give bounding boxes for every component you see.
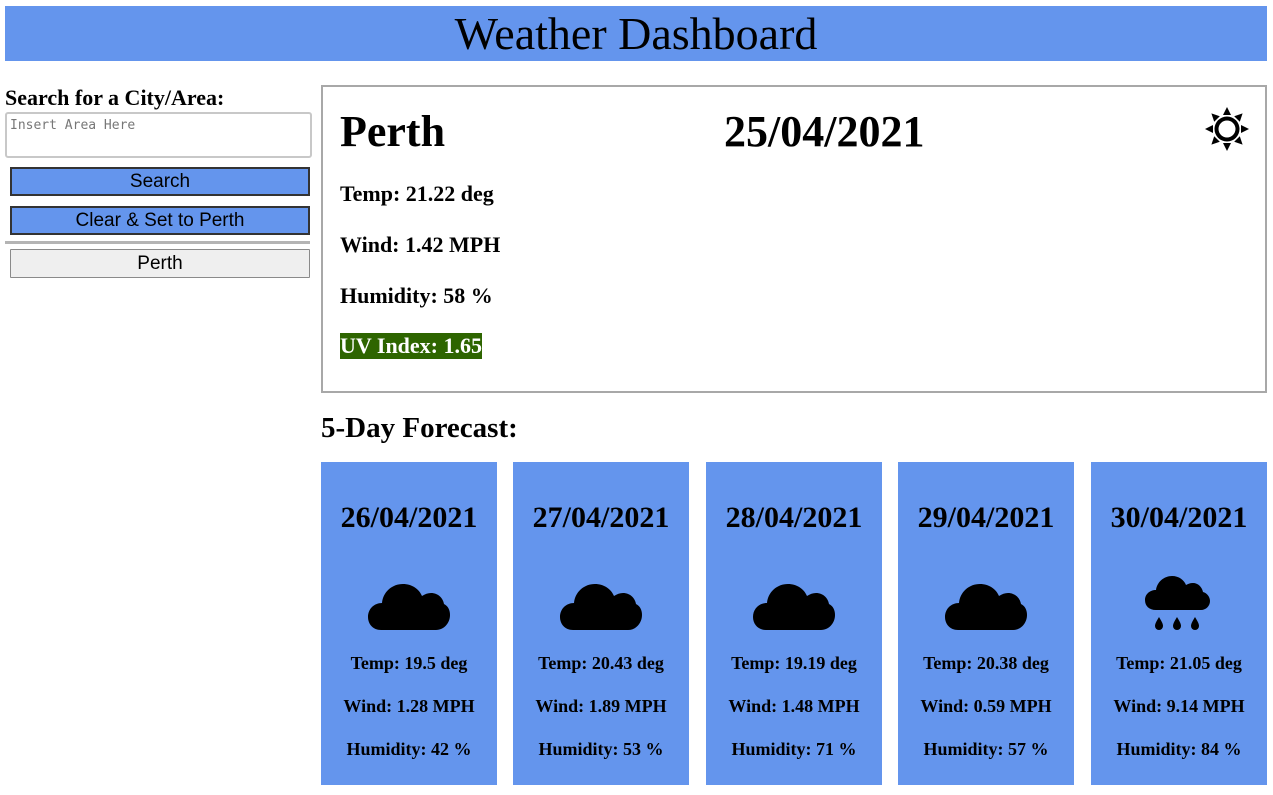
forecast-date: 30/04/2021 [1110, 501, 1248, 534]
forecast-temp: Temp: 20.43 deg [538, 653, 664, 673]
search-button[interactable]: Search [10, 167, 310, 196]
forecast-date: 28/04/2021 [725, 501, 863, 534]
forecast-temp: Temp: 19.19 deg [731, 653, 857, 673]
cloud-icon [945, 584, 1027, 630]
city-name: Perth [340, 107, 446, 156]
forecast-wind: Wind: 1.89 MPH [535, 696, 667, 716]
search-label: Search for a City/Area: [5, 85, 225, 110]
forecast-temp: Temp: 21.05 deg [1116, 653, 1242, 673]
forecast-date: 26/04/2021 [340, 501, 478, 534]
forecast-wind: Wind: 0.59 MPH [920, 696, 1052, 716]
forecast-wind: Wind: 1.48 MPH [728, 696, 860, 716]
forecast-date: 29/04/2021 [917, 501, 1055, 534]
forecast-humidity: Humidity: 42 % [346, 739, 472, 759]
forecast-card: 27/04/2021 Temp: 20.43 deg Wind: 1.89 MP… [513, 462, 689, 785]
current-date: 25/04/2021 [724, 107, 925, 156]
forecast-temp: Temp: 20.38 deg [923, 653, 1049, 673]
sun-icon [1205, 107, 1249, 151]
forecast-temp: Temp: 19.5 deg [350, 653, 468, 673]
forecast-card: 28/04/2021 Temp: 19.19 deg Wind: 1.48 MP… [706, 462, 882, 785]
page-title: Weather Dashboard [5, 6, 1267, 61]
rain-cloud-icon [1145, 576, 1210, 630]
search-input[interactable] [5, 112, 312, 158]
forecast-humidity: Humidity: 57 % [923, 739, 1049, 759]
cloud-icon [560, 584, 642, 630]
forecast-wind: Wind: 1.28 MPH [343, 696, 475, 716]
sidebar: Search for a City/Area: Search Clear & S… [5, 86, 312, 278]
forecast-humidity: Humidity: 84 % [1116, 739, 1242, 759]
forecast-title: 5-Day Forecast: [321, 412, 518, 444]
cloud-icon [368, 584, 450, 630]
cloud-icon [753, 584, 835, 630]
forecast-card: 30/04/2021 Temp: 21.05 deg Wind: 9.14 MP… [1091, 462, 1267, 785]
uv-index-badge: UV Index: 1.65 [340, 333, 483, 359]
forecast-wind: Wind: 9.14 MPH [1113, 696, 1245, 716]
current-temp: Temp: 21.22 deg [340, 181, 494, 206]
current-wind: Wind: 1.42 MPH [340, 232, 501, 257]
history-city-button[interactable]: Perth [10, 249, 310, 278]
forecast-humidity: Humidity: 53 % [538, 739, 664, 759]
forecast-humidity: Humidity: 71 % [731, 739, 857, 759]
forecast-card: 26/04/2021 Temp: 19.5 deg Wind: 1.28 MPH… [321, 462, 497, 785]
forecast-date: 27/04/2021 [532, 501, 670, 534]
current-humidity: Humidity: 58 % [340, 283, 493, 308]
divider [5, 241, 310, 244]
current-weather-panel: Perth 25/04/2021 Temp: 21.22 deg Wind: 1… [321, 85, 1267, 393]
clear-button[interactable]: Clear & Set to Perth [10, 206, 310, 235]
forecast-card: 29/04/2021 Temp: 20.38 deg Wind: 0.59 MP… [898, 462, 1074, 785]
